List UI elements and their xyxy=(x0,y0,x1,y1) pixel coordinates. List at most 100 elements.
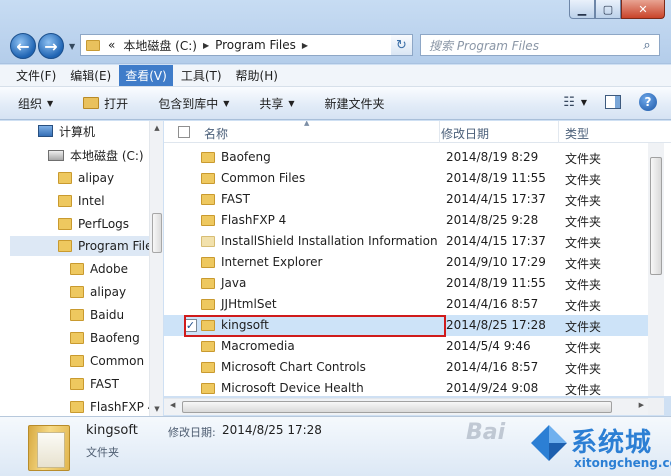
close-button[interactable]: ✕ xyxy=(621,0,665,19)
navigation-pane[interactable]: 计算机 本地磁盘 (C:) alipay Intel PerfLogs Prog… xyxy=(0,121,163,416)
select-all-checkbox[interactable] xyxy=(178,126,190,138)
file-row[interactable]: Microsoft Device Health 2014/9/24 9:08 文… xyxy=(164,378,649,396)
view-options-dropdown[interactable]: ▼ xyxy=(581,98,587,107)
tree-item-local-disk[interactable]: 本地磁盘 (C:) xyxy=(48,145,144,165)
open-label: 打开 xyxy=(104,96,129,111)
window-controls: ▁ ▢ ✕ xyxy=(569,0,665,20)
back-button[interactable]: ← xyxy=(10,33,36,59)
tree-item-alipay[interactable]: alipay xyxy=(58,168,114,188)
large-folder-icon xyxy=(28,425,70,471)
tree-item-program-files[interactable]: Program Files xyxy=(10,236,159,256)
folder-icon xyxy=(201,362,215,373)
column-divider[interactable] xyxy=(439,121,440,143)
help-icon[interactable]: ? xyxy=(639,93,657,111)
address-prefix[interactable]: « xyxy=(108,38,115,52)
tree-item-fast[interactable]: FAST xyxy=(70,374,119,394)
menu-edit[interactable]: 编辑(E) xyxy=(64,65,117,86)
forward-button[interactable]: → xyxy=(38,33,64,59)
file-row[interactable]: Microsoft Chart Controls 2014/4/16 8:57 … xyxy=(164,357,649,378)
file-row-selected[interactable]: ✓ kingsoft 2014/8/25 17:28 文件夹 xyxy=(164,315,649,336)
scroll-left-icon[interactable]: ◀ xyxy=(170,401,175,409)
chevron-right-icon[interactable]: ▶ xyxy=(203,41,209,50)
tree-item-label: FlashFXP 4 xyxy=(90,400,156,414)
scroll-thumb[interactable] xyxy=(182,401,612,413)
file-row[interactable]: FlashFXP 4 2014/8/25 9:28 文件夹 xyxy=(164,210,649,231)
tree-item-label: alipay xyxy=(90,285,127,299)
tree-item-flashfxp[interactable]: FlashFXP 4 xyxy=(70,397,155,416)
row-checkbox[interactable]: ✓ xyxy=(184,319,197,332)
search-icon[interactable]: ⌕ xyxy=(635,38,659,53)
scroll-thumb[interactable] xyxy=(152,213,162,253)
file-row[interactable]: JJHtmlSet 2014/4/16 8:57 文件夹 xyxy=(164,294,649,315)
folder-icon xyxy=(201,299,215,310)
tree-item-alipay-sub[interactable]: alipay xyxy=(70,282,126,302)
file-row[interactable]: Internet Explorer 2014/9/10 17:29 文件夹 xyxy=(164,252,649,273)
tree-item-baidu[interactable]: Baidu xyxy=(70,305,124,325)
organize-button[interactable]: 组织 ▼ xyxy=(18,95,53,112)
column-name[interactable]: 名称 xyxy=(204,125,228,142)
menu-file[interactable]: 文件(F) xyxy=(10,65,62,86)
tree-item-baofeng[interactable]: Baofeng xyxy=(70,328,140,348)
navigation-scrollbar[interactable]: ▲ ▼ xyxy=(149,121,163,416)
preview-pane-icon[interactable] xyxy=(605,95,621,109)
file-list-horizontal-scrollbar[interactable]: ◀ ▶ xyxy=(164,398,648,415)
new-folder-button[interactable]: 新建文件夹 xyxy=(325,95,385,112)
tree-item-adobe[interactable]: Adobe xyxy=(70,259,128,279)
baidu-watermark: Bai xyxy=(466,420,506,445)
address-segment-program-files[interactable]: Program Files xyxy=(215,38,296,52)
title-bar: ▁ ▢ ✕ ← → ▼ « 本地磁盘 (C:) ▶ Program Files … xyxy=(0,0,671,64)
folder-icon xyxy=(58,240,72,252)
column-date[interactable]: 修改日期 xyxy=(441,125,489,142)
computer-icon xyxy=(38,125,53,137)
refresh-button[interactable]: ↻ xyxy=(391,34,413,56)
tree-item-computer[interactable]: 计算机 xyxy=(38,121,95,141)
file-date: 2014/9/24 9:08 xyxy=(446,381,539,395)
share-button[interactable]: 共享 ▼ xyxy=(259,95,294,112)
scroll-thumb[interactable] xyxy=(650,157,662,275)
search-input[interactable]: 搜索 Program Files xyxy=(429,37,635,54)
file-list[interactable]: ▲ 名称 修改日期 类型 Baofeng 2014/8/19 8:29 文件夹 … xyxy=(164,121,671,396)
file-row[interactable]: InstallShield Installation Information 2… xyxy=(164,231,649,252)
tree-item-perflogs[interactable]: PerfLogs xyxy=(58,214,129,234)
file-row[interactable]: Macromedia 2014/5/4 9:46 文件夹 xyxy=(164,336,649,357)
chevron-down-icon: ▼ xyxy=(47,98,54,108)
file-name: JJHtmlSet xyxy=(221,297,277,311)
xitongcheng-logo-icon xyxy=(531,425,567,461)
close-icon: ✕ xyxy=(638,2,648,16)
address-segment-drive[interactable]: 本地磁盘 (C:) xyxy=(123,37,197,54)
file-name: InstallShield Installation Information xyxy=(221,234,438,248)
minimize-button[interactable]: ▁ xyxy=(569,0,595,19)
recent-pages-dropdown[interactable]: ▼ xyxy=(69,42,75,51)
view-options-icon[interactable]: ☷ xyxy=(563,95,575,110)
address-bar[interactable]: « 本地磁盘 (C:) ▶ Program Files ▶ xyxy=(80,34,412,56)
menu-help[interactable]: 帮助(H) xyxy=(230,65,284,86)
file-row[interactable]: Java 2014/8/19 11:55 文件夹 xyxy=(164,273,649,294)
scroll-down-icon[interactable]: ▼ xyxy=(150,402,164,416)
file-type: 文件夹 xyxy=(565,152,602,166)
file-row[interactable]: Common Files 2014/8/19 11:55 文件夹 xyxy=(164,168,649,189)
menu-view[interactable]: 查看(V) xyxy=(119,65,173,86)
folder-icon xyxy=(201,173,215,184)
folder-icon xyxy=(70,355,84,367)
drive-icon xyxy=(48,149,64,161)
column-divider[interactable] xyxy=(558,121,559,143)
column-type[interactable]: 类型 xyxy=(565,125,589,142)
include-in-library-button[interactable]: 包含到库中 ▼ xyxy=(158,95,229,112)
file-type: 文件夹 xyxy=(565,341,602,355)
tree-item-intel[interactable]: Intel xyxy=(58,191,105,211)
folder-icon xyxy=(70,286,84,298)
file-date: 2014/8/25 17:28 xyxy=(446,318,546,332)
scroll-up-icon[interactable]: ▲ xyxy=(150,121,164,135)
search-box[interactable]: 搜索 Program Files ⌕ xyxy=(420,34,660,56)
menu-tools[interactable]: 工具(T) xyxy=(175,65,228,86)
open-button[interactable]: 打开 xyxy=(83,95,128,112)
file-name: FlashFXP 4 xyxy=(221,213,287,227)
minimize-icon: ▁ xyxy=(577,2,587,16)
maximize-button[interactable]: ▢ xyxy=(595,0,621,19)
folder-icon xyxy=(70,332,84,344)
file-list-vertical-scrollbar[interactable] xyxy=(648,143,664,396)
file-row[interactable]: FAST 2014/4/15 17:37 文件夹 xyxy=(164,189,649,210)
scroll-right-icon[interactable]: ▶ xyxy=(639,401,644,409)
file-row[interactable]: Baofeng 2014/8/19 8:29 文件夹 xyxy=(164,147,649,168)
chevron-right-icon[interactable]: ▶ xyxy=(302,41,308,50)
